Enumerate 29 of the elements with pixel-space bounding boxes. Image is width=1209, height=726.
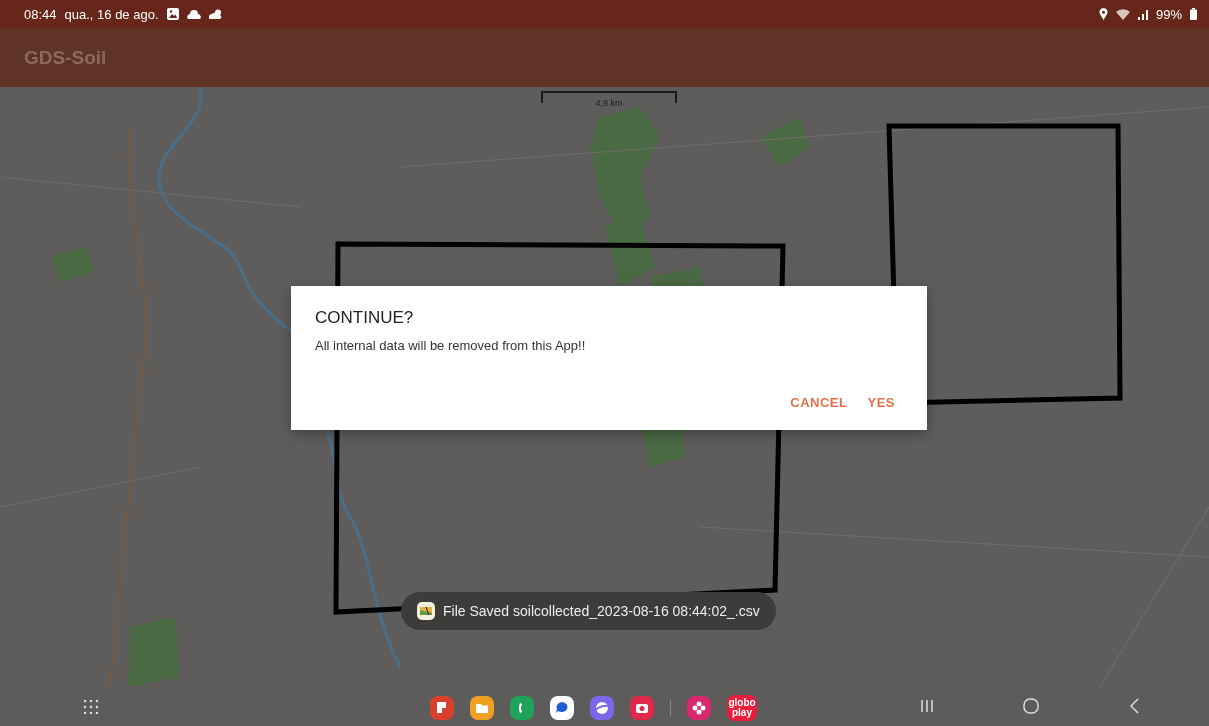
app-title: GDS-Soil [24, 46, 107, 69]
toast-message: File Saved soilcollected_2023-08-16 08:44:02_.csv [443, 603, 760, 619]
location-pin-icon [1098, 8, 1108, 20]
cloud-icon [186, 9, 201, 19]
wifi-icon [1115, 8, 1130, 20]
folder-icon[interactable] [470, 696, 494, 720]
signal-icon [1137, 8, 1148, 20]
app-icon [417, 602, 435, 620]
clock: 08:44 [24, 6, 57, 22]
dialog-title: CONTINUE? [315, 308, 414, 328]
back-icon[interactable] [1129, 698, 1139, 714]
confirm-button[interactable]: YES [859, 389, 903, 416]
phone-icon[interactable] [510, 696, 534, 720]
cancel-button[interactable]: CANCEL [782, 389, 856, 416]
cloud-sun-icon [208, 9, 222, 19]
app-icon[interactable]: globo play [727, 695, 757, 721]
date: qua., 16 de ago. [64, 6, 159, 22]
chat-bubble-icon[interactable] [550, 696, 574, 720]
flower-icon[interactable] [687, 696, 711, 720]
home-icon[interactable] [1023, 698, 1039, 714]
image-icon [166, 8, 179, 20]
planet-icon[interactable] [590, 696, 614, 720]
app-drawer-icon[interactable] [84, 700, 98, 714]
battery-percentage: 99% [1155, 6, 1182, 22]
battery-icon [1190, 8, 1197, 20]
notes-app-icon[interactable] [430, 696, 454, 720]
recent-apps-icon[interactable] [921, 699, 933, 713]
dialog-message: All internal data will be removed from this App!! [315, 338, 586, 353]
camera-icon[interactable] [630, 696, 654, 720]
